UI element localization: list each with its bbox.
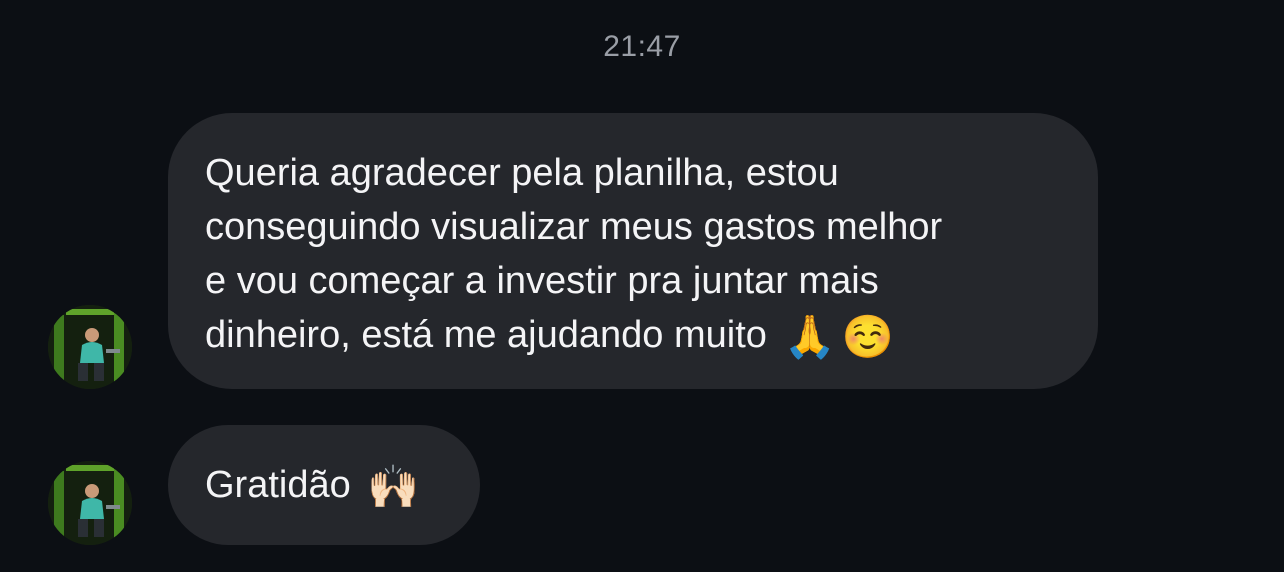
message-text-line: conseguindo visualizar meus gastos melho… xyxy=(205,206,943,248)
praying-hands-icon: 🙏 xyxy=(783,311,836,361)
profile-photo-icon xyxy=(48,461,132,545)
sender-avatar[interactable] xyxy=(48,461,132,545)
message-timestamp: 21:47 xyxy=(603,30,681,63)
message-text-segment: dinheiro, está me ajudando muito xyxy=(205,314,767,356)
message-text-line: Gratidão 🙌🏻 xyxy=(205,458,450,514)
message-bubble[interactable]: Gratidão 🙌🏻 xyxy=(168,425,480,545)
smiling-face-icon: ☺️ xyxy=(841,311,895,361)
sender-avatar[interactable] xyxy=(48,305,132,389)
message-text-line: dinheiro, está me ajudando muito 🙏 ☺️ xyxy=(205,308,1068,364)
message-text-segment: Gratidão xyxy=(205,464,351,506)
raising-hands-icon: 🙌🏻 xyxy=(367,461,420,511)
message-bubble[interactable]: Queria agradecer pela planilha, estou co… xyxy=(168,113,1098,389)
profile-photo-icon xyxy=(48,305,132,389)
chat-thread: 21:47 Queria agradecer pela planilha, es… xyxy=(0,0,1284,572)
message-text-line: Queria agradecer pela planilha, estou xyxy=(205,152,839,194)
message-text-line: e vou começar a investir pra juntar mais xyxy=(205,260,879,302)
